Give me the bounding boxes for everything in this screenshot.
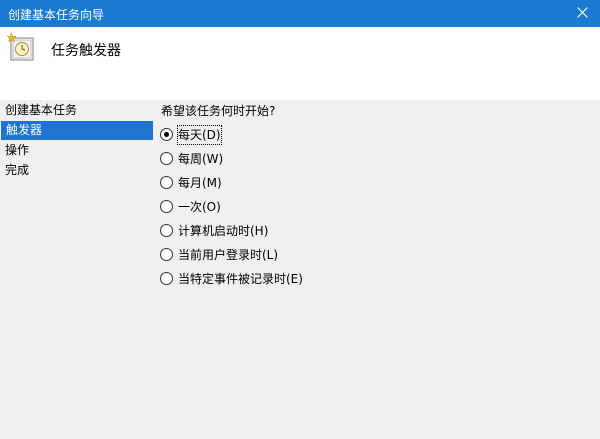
wizard-steps: 创建基本任务 触发器 操作 完成 [0, 100, 154, 439]
trigger-panel: 希望该任务何时开始? 每天(D) 每周(W) 每月(M) 一次(O) 计算机启动… [160, 100, 600, 439]
close-icon [576, 6, 588, 21]
wizard-header: 任务触发器 [0, 27, 600, 100]
option-once[interactable]: 一次(O) [160, 198, 221, 215]
radio-daily[interactable] [160, 128, 173, 141]
radio-at-logon[interactable] [160, 248, 173, 261]
option-daily-label: 每天(D) [177, 124, 222, 145]
radio-at-startup[interactable] [160, 224, 173, 237]
step-action[interactable]: 操作 [0, 141, 154, 160]
option-daily[interactable]: 每天(D) [160, 124, 222, 145]
option-monthly-label: 每月(M) [178, 175, 222, 190]
step-trigger[interactable]: 触发器 [1, 121, 153, 140]
title-bar: 创建基本任务向导 [0, 0, 600, 27]
option-once-label: 一次(O) [178, 199, 221, 214]
option-monthly[interactable]: 每月(M) [160, 174, 222, 191]
radio-on-event[interactable] [160, 272, 173, 285]
radio-once[interactable] [160, 200, 173, 213]
option-at-logon-label: 当前用户登录时(L) [178, 247, 279, 262]
radio-monthly[interactable] [160, 176, 173, 189]
option-at-startup-label: 计算机启动时(H) [178, 223, 269, 238]
step-finish[interactable]: 完成 [0, 161, 154, 180]
option-at-startup[interactable]: 计算机启动时(H) [160, 222, 268, 239]
close-button[interactable] [564, 0, 600, 27]
page-title: 任务触发器 [51, 43, 121, 59]
option-weekly-label: 每周(W) [178, 151, 224, 166]
option-at-logon[interactable]: 当前用户登录时(L) [160, 246, 278, 263]
window-title: 创建基本任务向导 [8, 8, 105, 22]
question-label: 希望该任务何时开始? [161, 104, 276, 118]
option-weekly[interactable]: 每周(W) [160, 150, 223, 167]
step-create-task[interactable]: 创建基本任务 [0, 101, 154, 120]
wizard-clock-icon [6, 32, 37, 62]
radio-weekly[interactable] [160, 152, 173, 165]
option-on-event[interactable]: 当特定事件被记录时(E) [160, 270, 303, 287]
option-on-event-label: 当特定事件被记录时(E) [178, 271, 303, 286]
